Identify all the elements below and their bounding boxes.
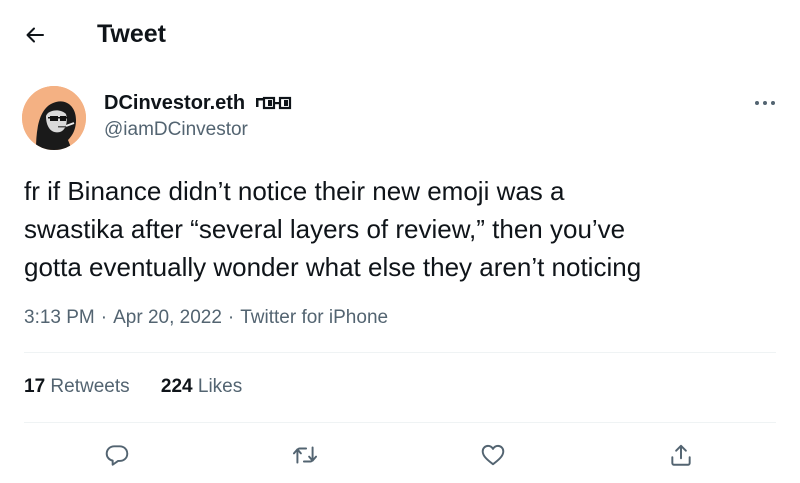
avatar[interactable] xyxy=(22,86,86,150)
tweet-text-line: fr if Binance didn’t notice their new em… xyxy=(24,176,565,206)
retweet-button[interactable] xyxy=(288,438,322,472)
share-icon xyxy=(671,444,691,466)
likes-label: Likes xyxy=(197,376,243,397)
divider xyxy=(24,352,776,353)
arrow-left-icon xyxy=(26,27,44,43)
tweet-time[interactable]: 3:13 PM xyxy=(24,307,95,328)
tweet-stats: 17 Retweets 224 Likes xyxy=(24,374,242,400)
author-handle[interactable]: @iamDCinvestor xyxy=(104,118,248,142)
heart-icon xyxy=(481,444,505,466)
avatar-image xyxy=(22,86,86,150)
tweet-source[interactable]: Twitter for iPhone xyxy=(240,307,388,328)
retweet-icon xyxy=(292,446,318,464)
retweets-label: Retweets xyxy=(50,376,130,397)
likes-stat[interactable]: 224 Likes xyxy=(161,374,242,400)
reply-icon xyxy=(105,445,129,466)
more-horizontal-icon xyxy=(755,101,775,105)
page-title: Tweet xyxy=(97,20,166,48)
meta-separator: · xyxy=(227,307,235,328)
likes-count: 224 xyxy=(160,376,193,397)
tweet-meta: 3:13 PM · Apr 20, 2022 · Twitter for iPhone xyxy=(24,305,388,331)
like-button[interactable] xyxy=(476,438,510,472)
tweet-text-line: swastika after “several layers of review… xyxy=(24,214,626,244)
divider xyxy=(24,422,776,423)
retweets-stat[interactable]: 17 Retweets xyxy=(24,374,130,400)
author-display-name: DCinvestor.eth xyxy=(104,92,246,114)
more-options-button[interactable] xyxy=(750,92,780,114)
pixel-glasses-icon xyxy=(255,91,295,117)
reply-button[interactable] xyxy=(100,438,134,472)
author-name[interactable]: DCinvestor.eth xyxy=(104,90,295,117)
tweet-text: fr if Binance didn’t notice their new em… xyxy=(24,172,784,286)
share-button[interactable] xyxy=(664,438,698,472)
tweet-date[interactable]: Apr 20, 2022 xyxy=(113,307,222,328)
tweet-header: Tweet xyxy=(0,0,800,68)
back-button[interactable] xyxy=(20,20,50,50)
retweets-count: 17 xyxy=(24,376,46,397)
tweet-text-line: gotta eventually wonder what else they a… xyxy=(24,252,642,282)
meta-separator: · xyxy=(100,307,108,328)
